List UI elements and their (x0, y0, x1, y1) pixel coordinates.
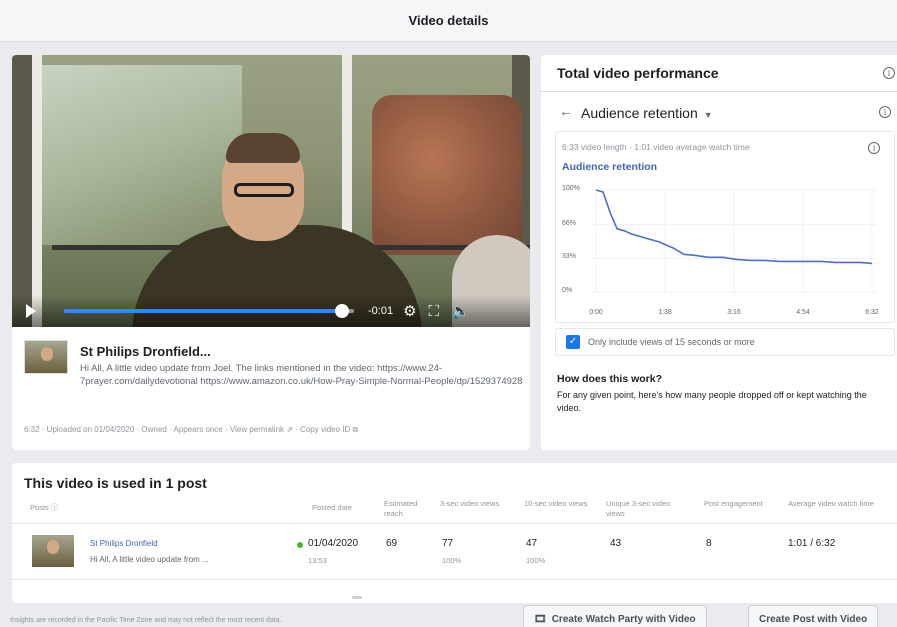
create-watch-party-label: Create Watch Party with Video (551, 613, 696, 625)
video-length-summary: 6:33 video length · 1:01 video average w… (562, 142, 750, 152)
x-tick-label: 6:32 (865, 309, 879, 316)
video-scene-person-glasses (234, 183, 294, 197)
page-avatar (24, 340, 68, 374)
row-page-link[interactable]: St Philips Dronfield (90, 539, 158, 548)
posted-date: 01/04/2020 (308, 538, 359, 549)
info-icon[interactable]: i (868, 142, 880, 154)
x-tick-label: 1:38 (658, 309, 672, 316)
video-controls: -0:01 ⚙ ⛶ 🔈 (12, 295, 530, 327)
video-progress-fill (64, 309, 343, 313)
column-header: Post engagement (704, 499, 763, 508)
modal-title: Video details (408, 13, 489, 28)
divider (12, 523, 897, 524)
video-player[interactable]: -0:01 ⚙ ⛶ 🔈 (12, 55, 530, 327)
watch-party-icon: 🎞 (534, 613, 547, 625)
min-view-filter[interactable]: ✓ Only include views of 15 seconds or mo… (555, 328, 895, 356)
estimated-reach: 69 (386, 538, 398, 549)
performance-card: Total video performance i ← Audience ret… (541, 55, 897, 450)
how-title: How does this work? (557, 373, 663, 385)
column-header: Posted date (312, 503, 353, 512)
video-card: -0:01 ⚙ ⛶ 🔈 St Philips Dronfield... Hi A… (12, 55, 530, 450)
divider (12, 579, 897, 580)
unique-three-sec-views: 43 (610, 538, 622, 549)
video-scene-person-hair (226, 133, 300, 163)
row-post-text: Hi All, A little video update from ... (90, 555, 209, 564)
retention-chart: 6:33 video length · 1:01 video average w… (555, 131, 895, 323)
y-tick-label: 33% (562, 253, 577, 261)
video-scene-window (42, 65, 242, 245)
ten-sec-views: 47 (526, 538, 538, 549)
how-text: For any given point, here's how many peo… (557, 390, 867, 413)
three-sec-views: 77 (442, 538, 454, 549)
divider (541, 91, 897, 92)
back-arrow-icon[interactable]: ← (559, 103, 573, 119)
column-header: Posts ⓘ (30, 503, 59, 512)
column-header: Average video watch time (788, 499, 874, 508)
usage-title: This video is used in 1 post (24, 475, 207, 491)
x-tick-label: 0:00 (589, 309, 603, 316)
volume-icon[interactable]: 🔈 (451, 304, 470, 319)
avatar-figure (47, 540, 59, 554)
info-icon[interactable]: i (883, 67, 895, 79)
create-post-button[interactable]: Create Post with Video (748, 605, 879, 627)
x-tick-label: 3:16 (727, 309, 741, 316)
performance-title: Total video performance (557, 65, 719, 81)
three-sec-views-pct: 100% (442, 556, 462, 565)
fullscreen-icon[interactable]: ⛶ (429, 304, 440, 319)
checkbox[interactable]: ✓ (566, 335, 580, 349)
gear-icon[interactable]: ⚙ (403, 304, 416, 319)
x-tick-label: 4:54 (796, 309, 810, 316)
footer-note: Insights are recorded in the Pacific Tim… (10, 617, 282, 624)
post-description: Hi All, A little video update from Joel.… (80, 363, 523, 387)
time-remaining: -0:01 (368, 305, 394, 317)
video-meta-line: 6:32 · Uploaded on 01/04/2020 · Owned · … (24, 425, 359, 434)
chart-title: Audience retention (562, 161, 658, 173)
usage-card: This video is used in 1 post Posts ⓘ Pos… (12, 463, 897, 603)
posted-time: 13:53 (308, 556, 327, 565)
retention-plot (592, 189, 876, 293)
checkbox-label: Only include views of 15 seconds or more (588, 337, 755, 347)
modal-header: Video details (0, 0, 897, 42)
scrollbar[interactable] (352, 596, 362, 599)
ten-sec-views-pct: 100% (526, 556, 546, 565)
video-progress-bar[interactable] (64, 304, 354, 318)
status-dot (297, 542, 303, 548)
chevron-down-icon: ▼ (703, 110, 713, 120)
average-watch-time: 1:01 / 6:32 (788, 538, 836, 549)
metric-dropdown-label: Audience retention (581, 105, 698, 121)
page-name[interactable]: St Philips Dronfield... (80, 344, 211, 359)
avatar-figure (41, 347, 53, 361)
column-header: 10-sec video views (524, 499, 588, 508)
info-icon[interactable]: i (879, 106, 891, 118)
create-watch-party-button[interactable]: 🎞 Create Watch Party with Video (523, 605, 707, 627)
create-post-label: Create Post with Video (759, 613, 868, 625)
column-header: 3-sec video views (440, 499, 500, 508)
metric-dropdown[interactable]: Audience retention ▼ (581, 105, 713, 121)
y-tick-label: 100% (562, 185, 580, 192)
column-header: Unique 3-sec video views (606, 499, 671, 518)
y-tick-label: 66% (562, 219, 577, 227)
video-scene-mullion (32, 55, 42, 327)
post-thumbnail[interactable] (32, 535, 74, 567)
play-icon[interactable] (26, 304, 36, 318)
video-progress-handle[interactable] (335, 304, 350, 318)
video-scene-hedge (372, 95, 522, 255)
post-engagement: 8 (706, 538, 712, 549)
column-header: Estimated reach (384, 499, 418, 518)
y-tick-label: 0% (562, 287, 573, 294)
